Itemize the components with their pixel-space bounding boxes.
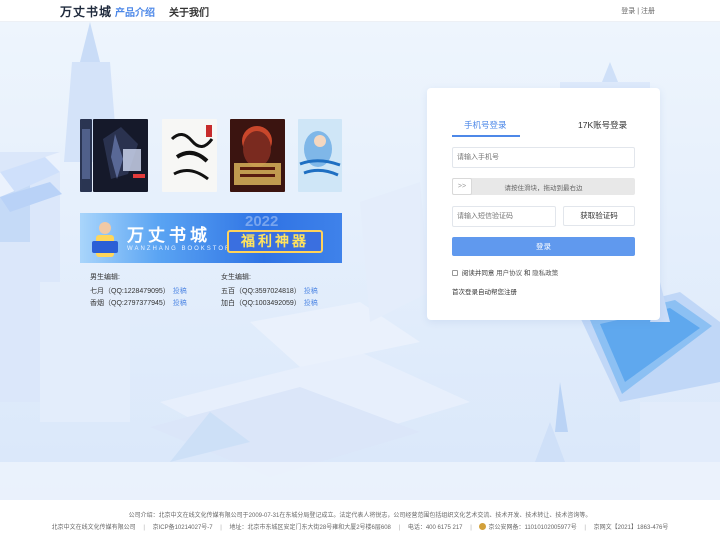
female-editors-heading: 女生编辑: (221, 274, 251, 281)
banner-subtitle: WANZHANG BOOKSTORE (127, 246, 238, 252)
login-button[interactable]: 登录 (452, 237, 635, 256)
banner-welfare-tag: 福利神器 (227, 230, 323, 253)
book-shelf (80, 119, 342, 193)
book-cover-2[interactable] (162, 119, 217, 192)
editor-row: 七月（QQ:1228479095） 投稿 (90, 286, 187, 298)
footer-address: 地址：北京市东城区安定门东大街28号雍和大厦2号楼6层608 (229, 525, 391, 531)
top-header: 万丈书城 产品介绍 关于我们 登录 | 注册 (0, 0, 720, 22)
footer-company: 北京中文在线文化传媒有限公司 (51, 525, 136, 531)
banner-title: 万丈书城 (127, 226, 211, 246)
agree-prefix: 阅读并同意 (461, 270, 495, 277)
footer-net-culture: 京网文【2021】1863-476号 (593, 525, 669, 531)
editor-row: 五百（QQ:3597024818） 投稿 (221, 286, 318, 298)
editor-row: 香烟（QQ:2797377945） 投稿 (90, 298, 187, 310)
phone-input[interactable] (452, 147, 635, 168)
editor-contact: 加白（QQ:1003492059） (221, 300, 301, 307)
tab-17k-account-login[interactable]: 17K账号登录 (578, 119, 627, 131)
editor-contact: 七月（QQ:1228479095） (90, 288, 170, 295)
auth-divider: | (637, 8, 640, 15)
banner-year: 2022 (245, 213, 279, 230)
footer-sep: | (220, 525, 222, 531)
site-footer: 公司介绍：北京中文在线文化传媒有限公司于2009-07-31在东城分局登记成立。… (0, 500, 720, 540)
agree-checkbox[interactable] (452, 270, 458, 276)
login-card: 手机号登录 17K账号登录 请按住滑块，拖动到最右边 >> 获取验证码 登录 阅… (427, 88, 660, 320)
nav-product-intro[interactable]: 产品介绍 (115, 4, 155, 19)
police-badge-icon (479, 523, 487, 530)
submit-manuscript-link[interactable]: 投稿 (304, 288, 318, 295)
company-intro: 公司介绍：北京中文在线文化传媒有限公司于2009-07-31在东城分局登记成立。… (128, 513, 592, 519)
editor-contact: 五百（QQ:3597024818） (221, 288, 301, 295)
male-editors: 男生编辑: 七月（QQ:1228479095） 投稿 香烟（QQ:27973779… (90, 272, 187, 310)
footer-phone: 电话：400 6175 217 (407, 525, 463, 531)
female-editors: 女生编辑: 五百（QQ:3597024818） 投稿 加白（QQ:10034920… (221, 272, 318, 310)
tab-phone-login[interactable]: 手机号登录 (464, 119, 507, 131)
footer-info-row: 北京中文在线文化传媒有限公司 | 京ICP备10214027号-7 | 地址：北… (0, 522, 720, 531)
submit-manuscript-link[interactable]: 投稿 (173, 300, 187, 307)
editor-row: 加白（QQ:1003492059） 投稿 (221, 298, 318, 310)
register-link[interactable]: 注册 (641, 8, 655, 15)
auth-links: 登录 | 注册 (621, 6, 655, 16)
user-agreement-link[interactable]: 用户协议 (496, 270, 522, 277)
footer-sep: | (584, 525, 586, 531)
book-cover-4[interactable] (298, 119, 342, 192)
slide-captcha[interactable]: 请按住滑块，拖动到最右边 >> (452, 178, 635, 195)
footer-sep: | (470, 525, 472, 531)
slider-instruction: 请按住滑块，拖动到最右边 (504, 185, 583, 192)
book-cover-partial-left[interactable] (80, 119, 92, 192)
footer-police-record[interactable]: 京公安网备：11010102005977号 (488, 525, 576, 531)
get-code-button[interactable]: 获取验证码 (563, 206, 635, 226)
editor-contact: 香烟（QQ:2797377945） (90, 300, 170, 307)
footer-icp[interactable]: 京ICP备10214027号-7 (153, 525, 213, 531)
privacy-policy-link[interactable]: 隐私政策 (532, 270, 558, 277)
male-editors-heading: 男生编辑: (90, 274, 120, 281)
nav-about-us[interactable]: 关于我们 (169, 4, 209, 19)
agree-and: 和 (523, 270, 531, 277)
submit-manuscript-link[interactable]: 投稿 (173, 288, 187, 295)
book-cover-3[interactable] (230, 119, 285, 192)
auto-register-note: 首次登录自动帮您注册 (452, 289, 517, 296)
slider-handle[interactable]: >> (452, 178, 472, 195)
sms-code-input[interactable] (452, 206, 556, 227)
footer-sep: | (398, 525, 401, 531)
footer-sep: | (143, 525, 145, 531)
promo-banner[interactable]: 2022 万丈书城 WANZHANG BOOKSTORE 福利神器 (80, 213, 342, 263)
reader-illustration-icon (92, 222, 118, 257)
active-tab-indicator (452, 135, 520, 137)
agreement-row: 阅读并同意 用户协议 和 隐私政策 (452, 267, 558, 277)
login-link[interactable]: 登录 (621, 8, 635, 15)
site-logo[interactable]: 万丈书城 (60, 3, 112, 20)
submit-manuscript-link[interactable]: 投稿 (304, 300, 318, 307)
book-cover-1[interactable] (93, 119, 148, 192)
